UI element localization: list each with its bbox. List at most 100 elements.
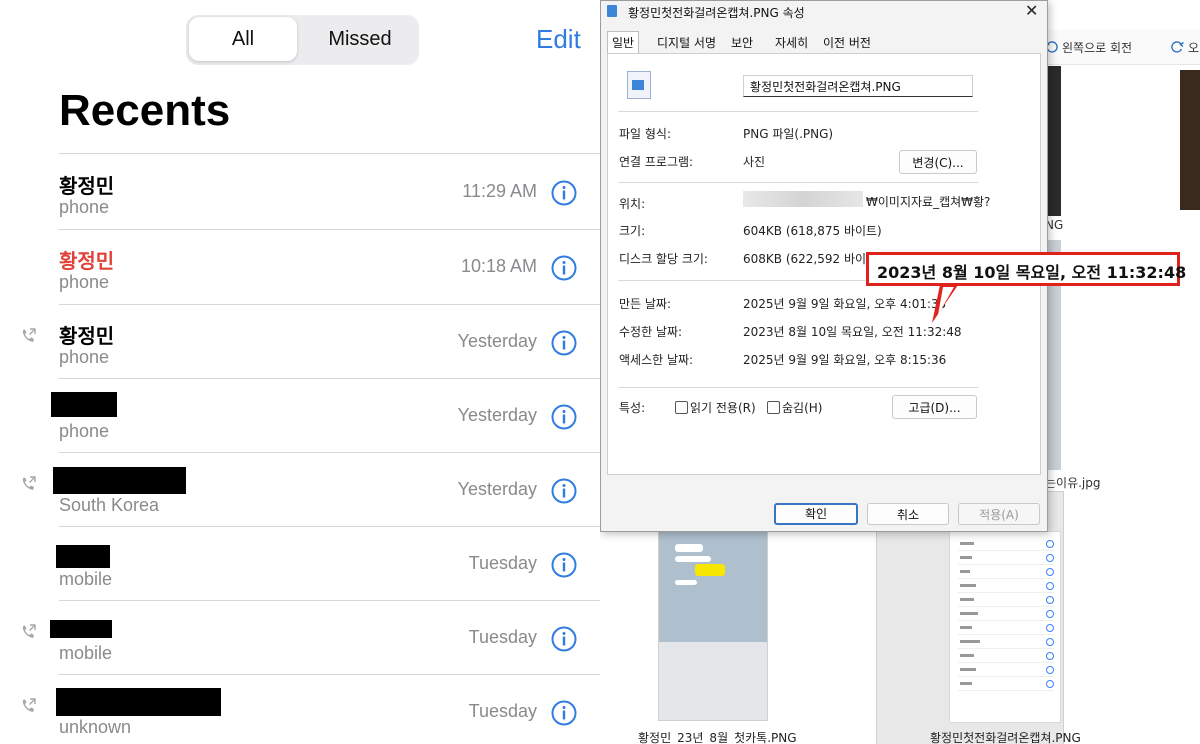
- rotate-right-icon[interactable]: [1170, 40, 1184, 54]
- attributes-label: 특성:: [619, 401, 646, 415]
- caller-name: 황정민: [59, 249, 115, 273]
- tab-digital-signature[interactable]: 디지털 서명: [653, 34, 720, 54]
- info-icon[interactable]: [551, 404, 577, 430]
- divider: [618, 111, 978, 112]
- thumbnail-chat[interactable]: [658, 531, 768, 721]
- divider: [618, 182, 978, 183]
- filter-segmented-control: All Missed: [186, 15, 419, 65]
- divider: [59, 153, 600, 154]
- thumbnail-recents[interactable]: [949, 531, 1061, 723]
- call-time: Tuesday: [468, 627, 537, 647]
- accessed-value: 2025년 9월 9일 화요일, 오후 8:15:36: [743, 353, 947, 367]
- outgoing-call-icon: [22, 698, 36, 712]
- info-icon[interactable]: [551, 330, 577, 356]
- call-time: Yesterday: [457, 331, 537, 351]
- thumbnail-label: 황정민첫전화걸려온캡쳐.PNG: [930, 731, 1081, 744]
- segment-missed[interactable]: Missed: [304, 17, 416, 61]
- info-icon[interactable]: [551, 180, 577, 206]
- blurred-path: [743, 191, 863, 207]
- disk-size-label: 디스크 할당 크기:: [619, 252, 708, 266]
- open-with-label: 연결 프로그램:: [619, 155, 694, 169]
- redacted-name: [51, 392, 117, 417]
- windows-explorer-screen: 왼쪽으로 회전 오 NG 는이유.jpg 황정민_23년_8월_첫카톡.PNG …: [600, 0, 1200, 744]
- redacted-name: [56, 545, 110, 568]
- call-type: unknown: [59, 717, 132, 737]
- location-label: 위치:: [619, 197, 646, 211]
- edit-button[interactable]: Edit: [536, 24, 581, 55]
- caller-name: 황정민: [59, 174, 115, 198]
- rotate-left-label[interactable]: 왼쪽으로 회전: [1062, 39, 1132, 56]
- tab-security[interactable]: 보안: [727, 34, 757, 54]
- call-type: South Korea: [59, 495, 160, 515]
- thumbnail-label-partial: 는이유.jpg: [1045, 476, 1101, 490]
- ios-recents-screen: All Missed Edit Recents 황정민 phone 11:29 …: [0, 0, 600, 744]
- modified-label: 수정한 날짜:: [619, 325, 683, 339]
- location-value: ₩이미지자료_캡쳐₩황?: [866, 195, 991, 209]
- info-icon[interactable]: [551, 478, 577, 504]
- call-type: mobile: [59, 569, 113, 589]
- dialog-title: 황정민첫전화걸려온캡쳐.PNG 속성: [628, 6, 805, 20]
- advanced-button[interactable]: 고급(D)...: [892, 395, 977, 419]
- thumbnail-partial[interactable]: [1180, 70, 1200, 210]
- rotate-right-label[interactable]: 오: [1188, 39, 1199, 56]
- segment-all[interactable]: All: [189, 17, 297, 61]
- redacted-name: [56, 688, 221, 716]
- call-row[interactable]: 황정민 phone 10:18 AM: [0, 230, 600, 304]
- call-time: Yesterday: [457, 479, 537, 499]
- call-row[interactable]: mobile Tuesday: [0, 527, 600, 601]
- hidden-label[interactable]: 숨김(H): [782, 399, 822, 416]
- call-row[interactable]: unknown Tuesday: [0, 675, 600, 744]
- created-label: 만든 날짜:: [619, 297, 672, 311]
- info-icon[interactable]: [551, 552, 577, 578]
- keyboard-image: [659, 642, 767, 720]
- call-time: 10:18 AM: [460, 256, 537, 276]
- modified-value: 2023년 8월 10일 목요일, 오전 11:32:48: [743, 325, 962, 339]
- cancel-button[interactable]: 취소: [867, 503, 949, 525]
- created-value: 2025년 9월 9일 화요일, 오후 4:01:35: [743, 297, 947, 311]
- tab-details[interactable]: 자세히: [771, 34, 812, 54]
- redacted-name: [50, 620, 112, 638]
- apply-button[interactable]: 적용(A): [958, 503, 1040, 525]
- png-file-icon: [607, 5, 617, 17]
- callout-arrow-icon: [932, 285, 958, 323]
- size-label: 크기:: [619, 224, 646, 238]
- change-button[interactable]: 변경(C)...: [899, 150, 977, 174]
- call-type: mobile: [59, 643, 113, 663]
- info-icon[interactable]: [551, 700, 577, 726]
- readonly-checkbox[interactable]: [675, 401, 688, 414]
- hidden-checkbox[interactable]: [767, 401, 780, 414]
- file-type-value: PNG 파일(.PNG): [743, 127, 834, 141]
- thumbnail-label: 황정민_23년_8월_첫카톡.PNG: [638, 731, 797, 744]
- redacted-name: [53, 467, 186, 494]
- ok-button[interactable]: 확인: [774, 503, 858, 525]
- accessed-label: 액세스한 날짜:: [619, 353, 694, 367]
- page-title: Recents: [59, 86, 231, 135]
- call-row[interactable]: mobile Tuesday: [0, 601, 600, 675]
- call-row[interactable]: phone Yesterday: [0, 379, 600, 453]
- size-value: 604KB (618,875 바이트): [743, 224, 882, 238]
- info-icon[interactable]: [551, 626, 577, 652]
- tab-previous-versions[interactable]: 이전 버전: [819, 34, 875, 54]
- tab-general[interactable]: 일반: [607, 31, 640, 55]
- readonly-label[interactable]: 읽기 전용(R): [690, 399, 756, 416]
- call-time: Yesterday: [457, 405, 537, 425]
- call-type: phone: [59, 272, 110, 292]
- outgoing-call-icon: [22, 624, 36, 638]
- call-time: 11:29 AM: [462, 181, 537, 201]
- caller-name: 황정민: [59, 324, 115, 348]
- open-with-value: 사진: [743, 155, 766, 169]
- disk-size-value: 608KB (622,592 바이트): [743, 252, 882, 266]
- call-row[interactable]: 황정민 phone 11:29 AM: [0, 155, 600, 229]
- call-time: Tuesday: [468, 553, 537, 573]
- call-row[interactable]: 황정민 phone Yesterday: [0, 305, 600, 379]
- date-callout: 2023년 8월 10일 목요일, 오전 11:32:48: [866, 252, 1186, 286]
- close-icon[interactable]: ✕: [1025, 1, 1038, 20]
- call-type: phone: [59, 197, 110, 217]
- info-icon[interactable]: [551, 255, 577, 281]
- call-type: phone: [59, 347, 110, 367]
- filename-field[interactable]: 황정민첫전화걸려온캡쳐.PNG: [743, 75, 973, 97]
- outgoing-call-icon: [22, 476, 36, 490]
- call-row[interactable]: South Korea Yesterday: [0, 453, 600, 527]
- call-time: Tuesday: [468, 701, 537, 721]
- divider: [618, 387, 978, 388]
